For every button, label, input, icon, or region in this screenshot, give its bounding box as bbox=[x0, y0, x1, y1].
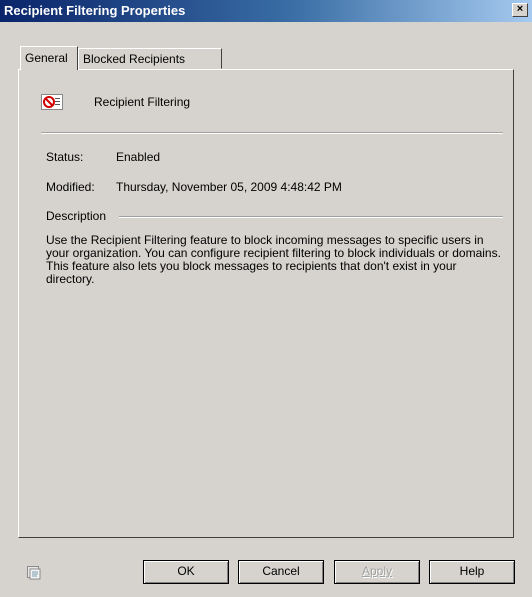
cancel-button[interactable]: Cancel bbox=[238, 560, 324, 584]
window-title: Recipient Filtering Properties bbox=[4, 3, 186, 18]
feature-name: Recipient Filtering bbox=[94, 95, 191, 109]
modified-value: Thursday, November 05, 2009 4:48:42 PM bbox=[116, 180, 342, 194]
description-text: Use the Recipient Filtering feature to b… bbox=[46, 233, 501, 286]
help-button[interactable]: Help bbox=[429, 560, 515, 584]
recipient-filter-icon bbox=[41, 94, 63, 110]
tab-general[interactable]: General bbox=[20, 46, 78, 70]
separator bbox=[41, 132, 503, 134]
title-bar[interactable]: Recipient Filtering Properties × bbox=[0, 0, 532, 22]
status-label: Status: bbox=[46, 150, 84, 164]
tab-blocked-recipients[interactable]: Blocked Recipients bbox=[78, 48, 222, 69]
status-value: Enabled bbox=[116, 150, 161, 164]
properties-dialog: Recipient Filtering Properties × General… bbox=[0, 0, 532, 597]
close-button[interactable]: × bbox=[512, 3, 528, 17]
modified-label: Modified: bbox=[46, 180, 95, 194]
apply-button-label: Apply bbox=[361, 564, 393, 578]
ok-button[interactable]: OK bbox=[143, 560, 229, 584]
description-label: Description bbox=[46, 209, 111, 223]
general-tab-panel: Recipient Filtering Status: Enabled Modi… bbox=[18, 69, 514, 538]
description-group-line bbox=[119, 216, 503, 218]
help-context-icon[interactable] bbox=[27, 566, 41, 580]
apply-button[interactable]: Apply bbox=[334, 560, 420, 584]
